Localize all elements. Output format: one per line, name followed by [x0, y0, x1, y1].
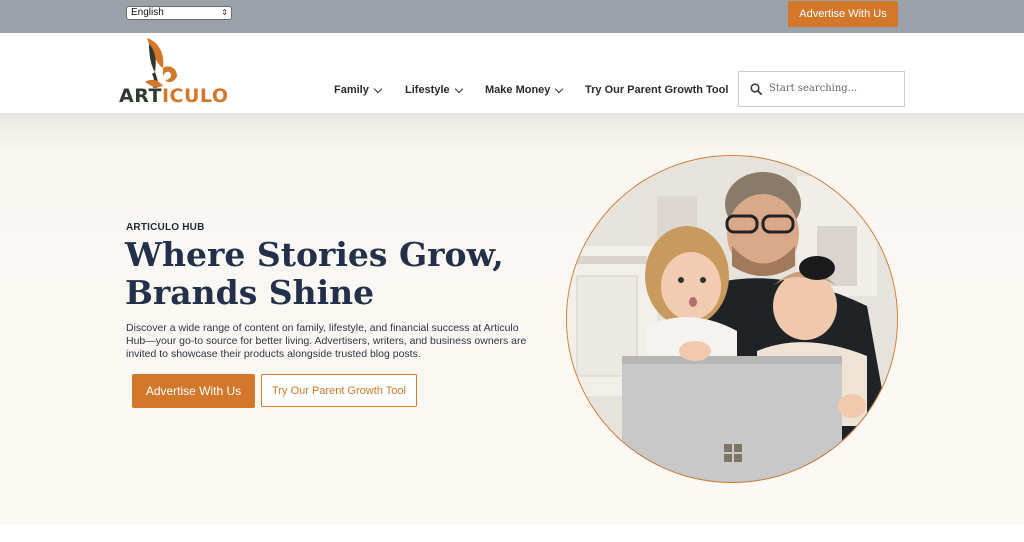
- search-input[interactable]: Start searching...: [738, 71, 905, 107]
- nav-label: Family: [334, 84, 369, 96]
- logo-wordmark: ARTICULO: [119, 85, 229, 107]
- hero-headline-line-1: Where Stories Grow,: [125, 235, 504, 274]
- family-laptop-illustration: [567, 156, 897, 482]
- quill-leaf-icon: [145, 38, 177, 88]
- nav-label: Make Money: [485, 84, 551, 96]
- chevron-down-icon: [373, 84, 383, 93]
- language-select[interactable]: English ⇕: [126, 6, 232, 20]
- hero-eyebrow: ARTICULO HUB: [126, 222, 205, 233]
- hero-headline-line-2: Brands Shine: [125, 273, 375, 312]
- hero-headline: Where Stories Grow, Brands Shine: [125, 236, 545, 312]
- site-header: ARTICULO Family Lifestyle Make Money Try…: [0, 33, 1024, 113]
- select-arrows-icon: ⇕: [221, 8, 228, 17]
- nav-item-family[interactable]: Family: [334, 84, 383, 96]
- nav-item-lifestyle[interactable]: Lifestyle: [405, 84, 463, 96]
- articulo-logo[interactable]: ARTICULO: [119, 36, 229, 110]
- nav-label: Lifestyle: [405, 84, 450, 96]
- search-placeholder: Start searching...: [769, 83, 858, 94]
- parent-growth-tool-button[interactable]: Try Our Parent Growth Tool: [261, 374, 417, 407]
- nav-item-parent-growth-tool[interactable]: Try Our Parent Growth Tool: [585, 84, 728, 96]
- nav-label: Try Our Parent Growth Tool: [585, 84, 729, 96]
- page-bottom-band: [0, 525, 1024, 542]
- nav-item-make-money[interactable]: Make Money: [485, 84, 564, 96]
- advertise-button[interactable]: Advertise With Us: [132, 374, 255, 408]
- chevron-down-icon: [555, 84, 564, 93]
- top-advertise-button[interactable]: Advertise With Us: [788, 1, 898, 27]
- hero-description: Discover a wide range of content on fami…: [126, 322, 527, 360]
- chevron-down-icon: [454, 84, 463, 93]
- hero-family-photo: [566, 155, 898, 483]
- search-icon: [750, 83, 762, 95]
- language-select-value: English: [131, 7, 164, 18]
- top-bar: English ⇕ Advertise With Us: [0, 0, 1024, 33]
